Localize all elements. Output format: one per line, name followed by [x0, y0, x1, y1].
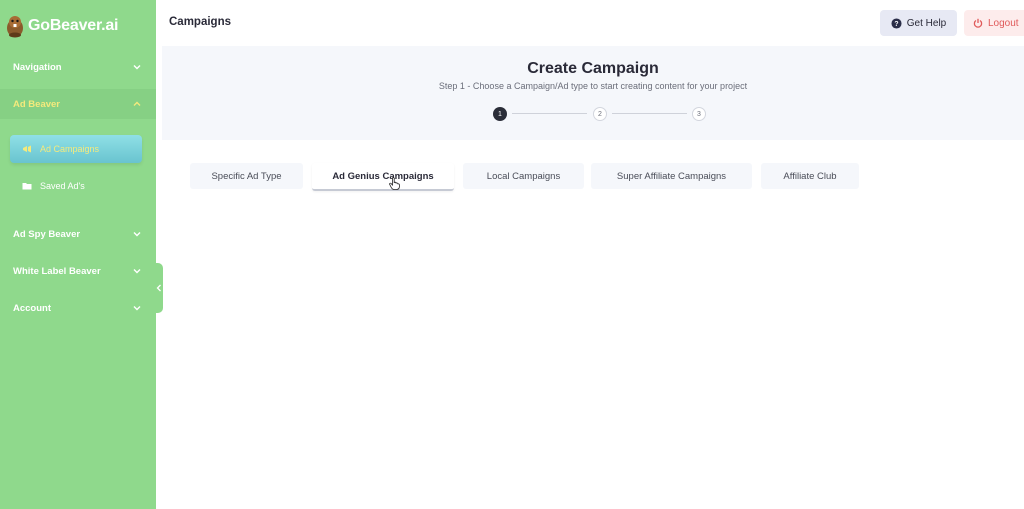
get-help-button[interactable]: ? Get Help — [880, 10, 957, 36]
tab-label: Affiliate Club — [783, 170, 837, 182]
power-icon — [973, 18, 983, 28]
folder-icon — [22, 183, 32, 190]
sidebar: GoBeaver.ai Navigation Ad Beaver Ad Camp… — [0, 0, 156, 509]
tab-affiliate-club[interactable]: Affiliate Club — [761, 163, 859, 189]
step-connector — [612, 113, 687, 114]
logout-label: Logout — [988, 17, 1019, 29]
tab-label: Super Affiliate Campaigns — [616, 170, 727, 182]
sidebar-section-label: Ad Spy Beaver — [13, 228, 81, 240]
sidebar-item-saved-ads[interactable]: Saved Ad's — [10, 172, 142, 200]
svg-text:?: ? — [894, 20, 898, 27]
create-campaign-subtitle: Step 1 - Choose a Campaign/Ad type to st… — [438, 81, 748, 91]
chevron-left-icon — [156, 284, 161, 292]
sidebar-section-white-label-beaver[interactable]: White Label Beaver — [0, 256, 156, 286]
chevron-down-icon — [133, 232, 141, 237]
tab-specific-ad-type[interactable]: Specific Ad Type — [190, 163, 303, 189]
chevron-down-icon — [133, 65, 141, 70]
step-connector — [512, 113, 587, 114]
create-campaign-header: Create Campaign Step 1 - Choose a Campai… — [162, 46, 1024, 140]
hand-cursor-icon — [389, 177, 400, 190]
sidebar-section-account[interactable]: Account — [0, 293, 156, 323]
tab-local-campaigns[interactable]: Local Campaigns — [463, 163, 584, 189]
page-title: Campaigns — [169, 16, 231, 28]
app-name: GoBeaver.ai — [28, 17, 119, 34]
tab-ad-genius-campaigns[interactable]: Ad Genius Campaigns — [312, 163, 454, 191]
sidebar-section-ad-spy-beaver[interactable]: Ad Spy Beaver — [0, 219, 156, 249]
tab-label: Specific Ad Type — [211, 170, 282, 182]
chevron-down-icon — [133, 306, 141, 311]
megaphone-icon — [23, 145, 31, 153]
step-indicator-2: 2 — [593, 107, 607, 121]
tab-super-affiliate-campaigns[interactable]: Super Affiliate Campaigns — [591, 163, 752, 189]
sidebar-section-label: Ad Beaver — [13, 98, 60, 110]
logo[interactable]: GoBeaver.ai — [4, 12, 119, 40]
sidebar-section-label: Navigation — [13, 61, 62, 73]
chevron-up-icon — [133, 101, 141, 106]
sidebar-section-label: White Label Beaver — [13, 265, 101, 277]
sidebar-item-ad-campaigns[interactable]: Ad Campaigns — [10, 135, 142, 163]
get-help-label: Get Help — [906, 17, 947, 29]
sidebar-item-label: Ad Campaigns — [40, 144, 100, 154]
step-indicator-3: 3 — [692, 107, 706, 121]
step-indicator-1: 1 — [493, 107, 507, 121]
beaver-icon — [7, 16, 23, 38]
chevron-down-icon — [133, 269, 141, 274]
logout-button[interactable]: Logout — [964, 10, 1024, 36]
sidebar-section-ad-beaver[interactable]: Ad Beaver — [0, 89, 156, 119]
sidebar-section-navigation[interactable]: Navigation — [0, 52, 156, 82]
sidebar-item-label: Saved Ad's — [40, 181, 85, 191]
sidebar-section-label: Account — [13, 302, 51, 314]
tab-label: Ad Genius Campaigns — [332, 170, 434, 182]
tab-label: Local Campaigns — [486, 170, 561, 182]
sidebar-collapse-toggle[interactable] — [154, 263, 163, 313]
help-icon: ? — [891, 17, 902, 29]
top-bar: Campaigns ? Get Help Logout — [156, 0, 1024, 46]
create-campaign-title: Create Campaign — [527, 60, 659, 77]
